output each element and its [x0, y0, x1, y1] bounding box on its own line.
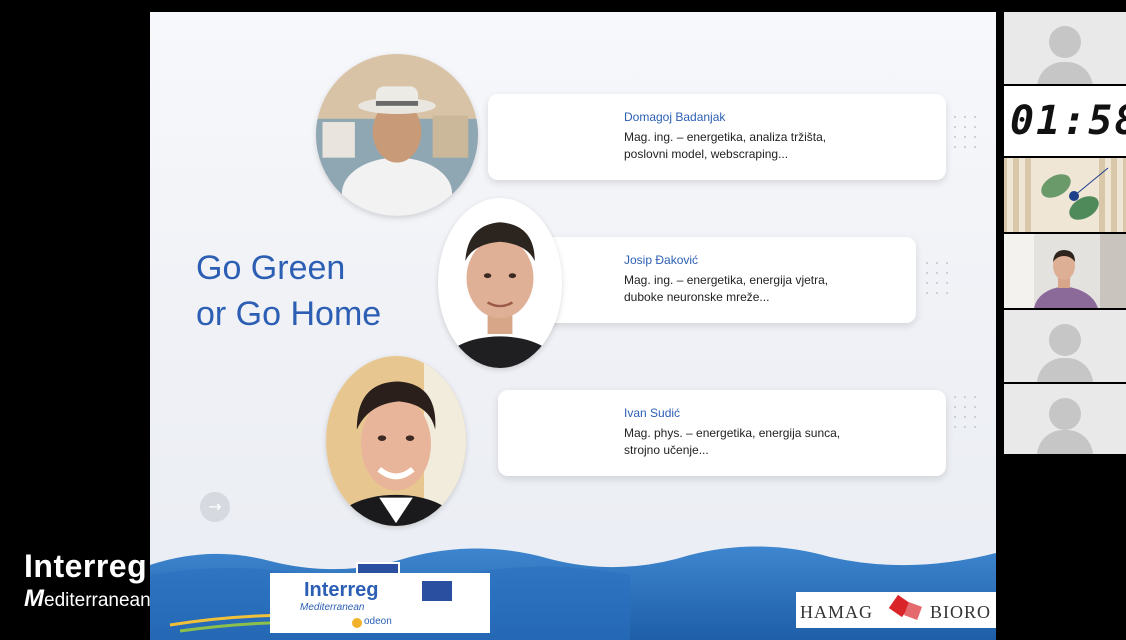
- avatar-placeholder-body: [1037, 358, 1093, 382]
- eu-flag-small-icon: [422, 581, 452, 601]
- avatar-placeholder-icon: [1049, 26, 1081, 58]
- interreg-logo: Interreg Mediterranean: [24, 548, 151, 613]
- person-name: Domagoj Badanjak: [624, 110, 726, 124]
- slide-title-line-2: or Go Home: [196, 295, 382, 333]
- participant-video-feed: [1004, 234, 1126, 308]
- participant-tile-video[interactable]: [1004, 234, 1126, 308]
- avatar-placeholder-icon: [1049, 324, 1081, 356]
- hamag-logo-text: HAMAG: [800, 602, 874, 622]
- avatar-placeholder-body: [1037, 430, 1093, 454]
- slide-title-line-1: Go Green: [196, 249, 346, 287]
- participant-tile-logo[interactable]: [1004, 158, 1126, 232]
- next-slide-arrow-icon[interactable]: →: [200, 492, 230, 522]
- bioro-logo-text: BIORO: [930, 602, 992, 622]
- participant-tile-1[interactable]: [1004, 12, 1126, 84]
- interreg-logo-m: M: [24, 585, 44, 612]
- person-photo-3: [326, 356, 466, 526]
- person-photo-2: [438, 198, 562, 368]
- person-desc-line-1: Mag. phys. – energetika, energija sunca,: [624, 426, 841, 440]
- person-card-3: Ivan Sudić Mag. phys. – energetika, ener…: [498, 390, 946, 476]
- participant-tile-2[interactable]: [1004, 310, 1126, 382]
- decorative-dots: [950, 392, 980, 432]
- person-desc-line-1: Mag. ing. – energetika, energija vjetra,: [624, 273, 829, 287]
- person-name: Josip Đaković: [624, 253, 699, 267]
- interreg-logo-subtitle-rest: editerranean: [44, 590, 151, 611]
- cube-logo-icon-2: [904, 602, 922, 620]
- partner-logos: HAMAG BIORO: [796, 592, 996, 628]
- decorative-dots: [922, 258, 952, 298]
- timer-display: 01:58: [1004, 86, 1126, 156]
- person-photo-1: [316, 54, 478, 216]
- logo-odeon-text: odeon: [364, 616, 392, 627]
- interreg-odeon-logo: Interreg Mediterranean odeon: [270, 573, 490, 633]
- logo-mediterranean-text: Mediterranean: [300, 602, 365, 613]
- person-desc-line-1: Mag. ing. – energetika, analiza tržišta,: [624, 130, 827, 144]
- person-desc-line-2: strojno učenje...: [624, 443, 709, 457]
- interreg-logo-text: Interreg: [24, 548, 148, 584]
- slide-title: Go Green or Go Home: [196, 245, 456, 337]
- person-desc-line-2: duboke neuronske mreže...: [624, 290, 770, 304]
- decorative-dots: [950, 112, 980, 152]
- interreg-logo-subtitle: Mediterranean: [24, 585, 151, 613]
- avatar-placeholder-icon: [1049, 398, 1081, 430]
- participant-tile-3[interactable]: [1004, 384, 1126, 454]
- odeon-dot-icon: [352, 618, 362, 628]
- shared-slide: Go Green or Go Home Domagoj Badanjak Mag…: [150, 12, 996, 640]
- avatar-placeholder-body: [1037, 62, 1093, 84]
- logo-interreg-text: Interreg: [304, 579, 379, 601]
- person-card-1: Domagoj Badanjak Mag. ing. – energetika,…: [488, 94, 946, 180]
- leaf-logo-icon: [1004, 158, 1126, 232]
- person-desc-line-2: poslovni model, webscraping...: [624, 147, 789, 161]
- person-name: Ivan Sudić: [624, 406, 681, 420]
